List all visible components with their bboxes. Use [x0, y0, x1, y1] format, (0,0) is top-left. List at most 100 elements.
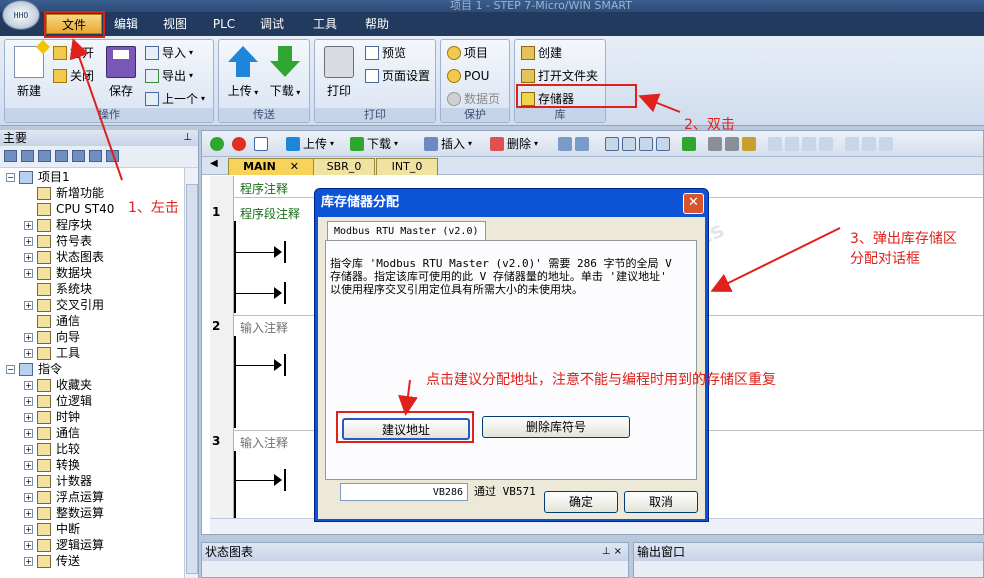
bookmark-icon[interactable]: [656, 137, 670, 151]
box-icon[interactable]: [639, 137, 653, 151]
save-button[interactable]: 保存: [101, 46, 141, 99]
expand-toggle-icon[interactable]: +: [24, 220, 33, 230]
expand-toggle-icon[interactable]: +: [24, 236, 33, 246]
tree-item[interactable]: + 收藏夹: [24, 377, 92, 393]
close-icon[interactable]: ✕: [290, 160, 299, 173]
toolbar-download-button[interactable]: 下载 ▾: [350, 135, 398, 153]
lock-icon[interactable]: [708, 137, 722, 151]
tree-item[interactable]: + 传送: [24, 553, 80, 569]
ok-button[interactable]: 确定: [544, 491, 618, 513]
box-icon[interactable]: [879, 137, 893, 151]
view-icon[interactable]: [4, 150, 17, 162]
dialog-tab-modbus[interactable]: Modbus RTU Master (v2.0): [327, 221, 486, 241]
expand-toggle-icon[interactable]: +: [24, 476, 33, 486]
view-icon[interactable]: [38, 150, 51, 162]
tree-item[interactable]: 通信: [24, 313, 80, 329]
toolbar-upload-button[interactable]: 上传 ▾: [286, 135, 334, 153]
close-icon[interactable]: ✕: [683, 193, 704, 214]
menu-debug[interactable]: 调试: [252, 14, 292, 34]
delete-button[interactable]: 删除 ▾: [490, 135, 538, 153]
expand-toggle-icon[interactable]: +: [24, 444, 33, 454]
contact-icon[interactable]: [845, 137, 859, 151]
tree-item[interactable]: + 交叉引用: [24, 297, 104, 313]
network-icon[interactable]: [558, 137, 572, 151]
view-icon[interactable]: [21, 150, 34, 162]
view-icon[interactable]: [89, 150, 102, 162]
tree-item[interactable]: − 项目1: [6, 169, 70, 185]
app-logo-button[interactable]: HHO: [2, 0, 40, 30]
stop-button[interactable]: [232, 135, 246, 153]
coil-icon[interactable]: [622, 137, 636, 151]
tree-item[interactable]: + 符号表: [24, 233, 92, 249]
expand-toggle-icon[interactable]: +: [24, 508, 33, 518]
tree-item[interactable]: CPU ST40: [24, 201, 114, 217]
menu-edit[interactable]: 编辑: [106, 14, 146, 34]
open-button[interactable]: 打开: [53, 44, 94, 62]
line-icon[interactable]: [785, 137, 799, 151]
tree-item[interactable]: + 计数器: [24, 473, 92, 489]
tree-item[interactable]: + 状态图表: [24, 249, 104, 265]
expand-toggle-icon[interactable]: −: [6, 172, 15, 182]
library-memory-button[interactable]: 存储器: [521, 90, 574, 108]
preview-button[interactable]: 预览: [365, 44, 406, 62]
tree-scrollbar[interactable]: [184, 168, 198, 578]
print-button[interactable]: 打印: [319, 46, 359, 99]
expand-toggle-icon[interactable]: +: [24, 428, 33, 438]
view-icon[interactable]: [55, 150, 68, 162]
tree-item[interactable]: + 程序块: [24, 217, 92, 233]
line-icon[interactable]: [802, 137, 816, 151]
expand-toggle-icon[interactable]: +: [24, 556, 33, 566]
network-comment[interactable]: 程序段注释: [240, 205, 300, 222]
menu-plc[interactable]: PLC: [204, 14, 244, 34]
network-comment[interactable]: 输入注释: [240, 319, 288, 336]
go-icon[interactable]: [682, 137, 696, 151]
expand-toggle-icon[interactable]: +: [24, 380, 33, 390]
scroll-thumb[interactable]: [186, 184, 198, 574]
tab-int0[interactable]: INT_0: [376, 158, 438, 175]
menu-tools[interactable]: 工具: [305, 14, 345, 34]
tree-item[interactable]: + 浮点运算: [24, 489, 104, 505]
protect-pou-button[interactable]: POU: [447, 67, 489, 85]
lock-icon[interactable]: [725, 137, 739, 151]
pin-icon[interactable]: ⊥: [183, 130, 192, 146]
tab-sbr0[interactable]: SBR_0: [313, 158, 375, 175]
delete-library-symbols-button[interactable]: 删除库符号: [482, 416, 630, 438]
expand-toggle-icon[interactable]: +: [24, 492, 33, 502]
protect-data-page-button[interactable]: 数据页: [447, 90, 500, 108]
tree-item[interactable]: + 向导: [24, 329, 80, 345]
program-comment[interactable]: 程序注释: [240, 180, 288, 197]
protect-project-button[interactable]: 项目: [447, 44, 488, 62]
expand-toggle-icon[interactable]: +: [24, 396, 33, 406]
expand-toggle-icon[interactable]: +: [24, 268, 33, 278]
expand-toggle-icon[interactable]: +: [24, 348, 33, 358]
run-button[interactable]: [210, 135, 224, 153]
expand-toggle-icon[interactable]: −: [6, 364, 15, 374]
line-icon[interactable]: [819, 137, 833, 151]
expand-toggle-icon[interactable]: +: [24, 460, 33, 470]
new-button[interactable]: 新建: [9, 39, 51, 99]
network-comment[interactable]: 输入注释: [240, 434, 288, 451]
address-input[interactable]: VB286: [340, 483, 468, 501]
tree-item[interactable]: 系统块: [24, 281, 92, 297]
suggest-address-button[interactable]: 建议地址: [342, 418, 470, 440]
line-icon[interactable]: [768, 137, 782, 151]
expand-toggle-icon[interactable]: +: [24, 540, 33, 550]
contact-icon[interactable]: [605, 137, 619, 151]
expand-toggle-icon[interactable]: +: [24, 252, 33, 262]
tree-item[interactable]: + 数据块: [24, 265, 92, 281]
coil-icon[interactable]: [862, 137, 876, 151]
tree-item[interactable]: + 工具: [24, 345, 80, 361]
tree-item[interactable]: 新增功能: [24, 185, 104, 201]
export-button[interactable]: 导出 ▾: [145, 67, 193, 85]
page-setup-button[interactable]: 页面设置: [365, 67, 430, 85]
expand-toggle-icon[interactable]: +: [24, 524, 33, 534]
download-button[interactable]: 下载 ▾: [265, 46, 305, 99]
view-icon[interactable]: [106, 150, 119, 162]
lock-icon[interactable]: [742, 137, 756, 151]
tab-main[interactable]: MAIN ✕: [228, 158, 314, 175]
upload-button[interactable]: 上传 ▾: [223, 46, 263, 99]
previous-button[interactable]: 上一个 ▾: [145, 90, 205, 108]
import-button[interactable]: 导入 ▾: [145, 44, 193, 62]
insert-button[interactable]: 插入 ▾: [424, 135, 472, 153]
compile-button[interactable]: [254, 135, 268, 153]
